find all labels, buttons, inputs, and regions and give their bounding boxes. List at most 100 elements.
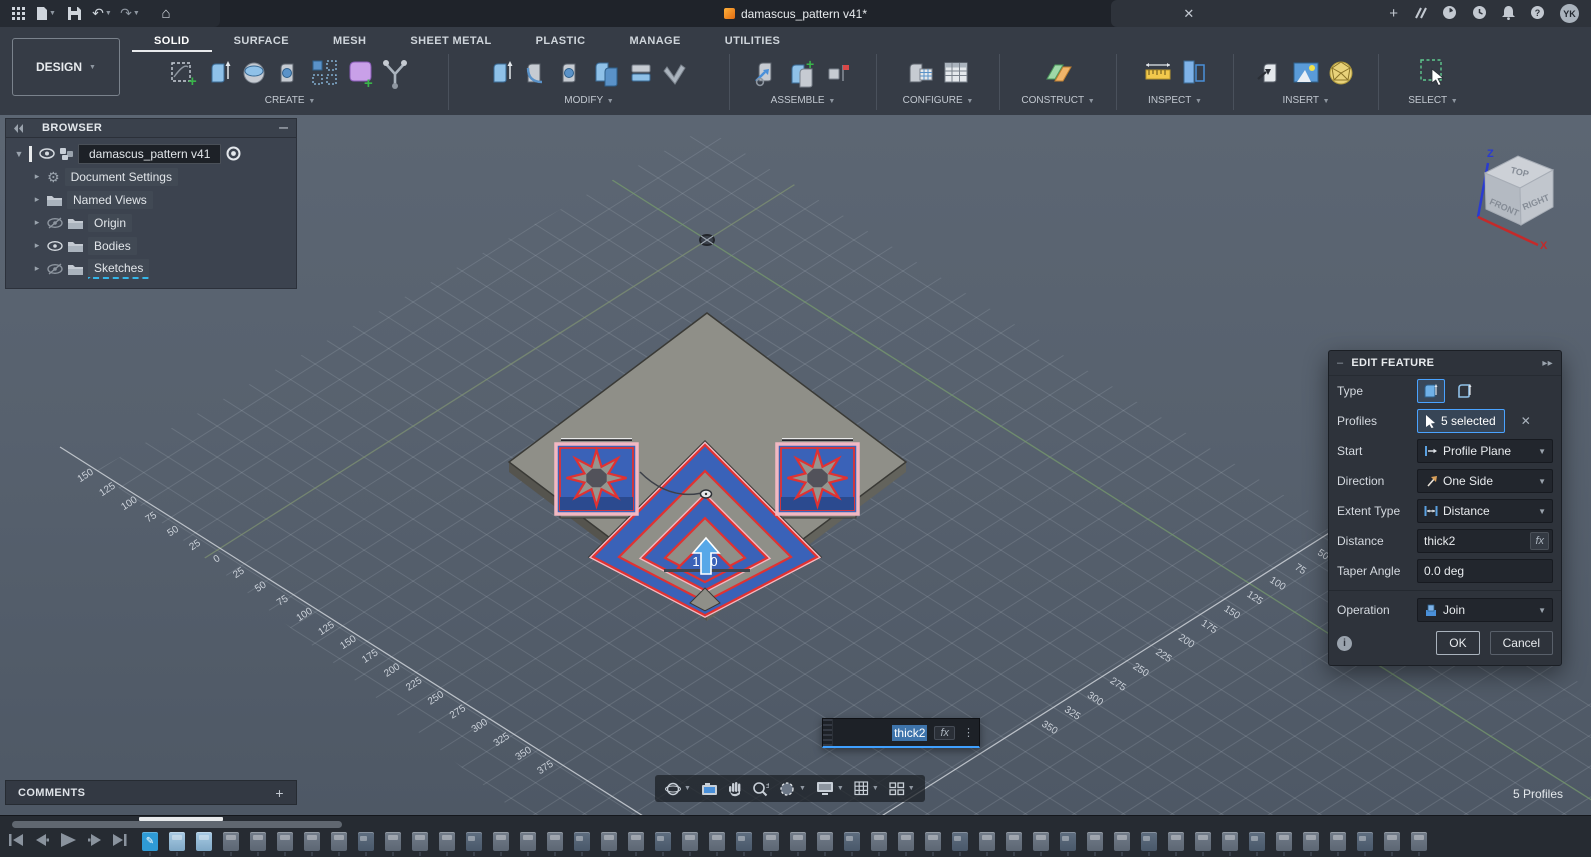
activate-component-radio[interactable] bbox=[226, 146, 241, 161]
browser-item-label[interactable]: Origin bbox=[88, 213, 133, 232]
tab-sheet-metal[interactable]: SHEET METAL bbox=[388, 30, 513, 52]
form-button[interactable]: + bbox=[344, 56, 376, 90]
cancel-button[interactable]: Cancel bbox=[1489, 631, 1553, 655]
timeline-feature-extrude[interactable] bbox=[250, 832, 266, 856]
insert-canvas-button[interactable] bbox=[1290, 56, 1322, 90]
timeline-feature-extrude[interactable] bbox=[1276, 832, 1292, 856]
go-to-end-button[interactable] bbox=[110, 830, 130, 850]
timeline-feature-extrude[interactable] bbox=[817, 832, 833, 856]
avatar[interactable]: YK bbox=[1560, 4, 1579, 23]
timeline-feature-boolean[interactable] bbox=[466, 832, 482, 856]
insert-mcmaster-button[interactable] bbox=[1325, 56, 1357, 90]
kebab-menu-icon[interactable]: ⋮ bbox=[958, 726, 979, 739]
browser-header[interactable]: BROWSER – bbox=[5, 118, 297, 138]
chevron-right-icon[interactable]: ▸ bbox=[32, 217, 42, 228]
timeline-feature-extrude[interactable] bbox=[169, 832, 185, 856]
eye-off-icon[interactable] bbox=[47, 262, 63, 275]
view-cube[interactable]: Z X TOP FRONT RIGHT bbox=[1440, 125, 1590, 250]
timeline-scrollbar[interactable] bbox=[12, 821, 342, 828]
timeline-feature-extrude[interactable] bbox=[385, 832, 401, 856]
tab-mesh[interactable]: MESH bbox=[311, 30, 388, 52]
timeline-feature-extrude[interactable] bbox=[601, 832, 617, 856]
timeline-feature-extrude[interactable] bbox=[1087, 832, 1103, 856]
chevron-right-icon[interactable]: ▸ bbox=[32, 171, 42, 182]
zoom-tool[interactable]: ± bbox=[748, 781, 773, 797]
undo-button[interactable]: ↶ ▼ bbox=[90, 4, 114, 24]
pattern-button[interactable] bbox=[309, 56, 341, 90]
home-button[interactable]: ⌂ bbox=[154, 4, 178, 24]
browser-item-label[interactable]: Bodies bbox=[88, 236, 137, 255]
configuration-button[interactable] bbox=[905, 56, 937, 90]
dimension-input[interactable]: thick2 fx ⋮ bbox=[822, 718, 980, 748]
timeline-feature-extrude[interactable] bbox=[1006, 832, 1022, 856]
minimize-panel-icon[interactable]: – bbox=[279, 119, 288, 137]
timeline-feature-extrude[interactable] bbox=[547, 832, 563, 856]
press-pull-button[interactable] bbox=[486, 56, 518, 90]
timeline-feature-boolean[interactable] bbox=[844, 832, 860, 856]
revolve-button[interactable] bbox=[239, 56, 271, 90]
ok-button[interactable]: OK bbox=[1436, 631, 1480, 655]
comments-bar[interactable]: COMMENTS + bbox=[5, 780, 297, 805]
minimize-dialog-icon[interactable]: – bbox=[1337, 357, 1343, 369]
timeline-feature-extrude[interactable] bbox=[493, 832, 509, 856]
play-button[interactable] bbox=[58, 830, 78, 850]
joint-button[interactable]: + bbox=[787, 56, 819, 90]
group-label[interactable]: ASSEMBLE ▼ bbox=[771, 95, 836, 106]
split-body-button[interactable] bbox=[626, 56, 658, 90]
group-label[interactable]: MODIFY ▼ bbox=[564, 95, 613, 106]
tab-manage[interactable]: MANAGE bbox=[607, 30, 702, 52]
tab-solid[interactable]: SOLID bbox=[132, 30, 212, 52]
go-to-start-button[interactable] bbox=[6, 830, 26, 850]
timeline-feature-extrude[interactable] bbox=[709, 832, 725, 856]
group-label[interactable]: INSPECT ▼ bbox=[1148, 95, 1202, 106]
extrude-button[interactable] bbox=[204, 56, 236, 90]
tab-plastic[interactable]: PLASTIC bbox=[514, 30, 608, 52]
save-button[interactable] bbox=[62, 4, 86, 24]
chevron-right-icon[interactable]: ▸ bbox=[32, 263, 42, 274]
browser-item-label[interactable]: Document Settings bbox=[64, 167, 178, 186]
timeline-feature-extrude[interactable] bbox=[1114, 832, 1130, 856]
tab-surface[interactable]: SURFACE bbox=[212, 30, 311, 52]
timeline-feature-extrude[interactable] bbox=[628, 832, 644, 856]
timeline-feature-extrude[interactable] bbox=[979, 832, 995, 856]
group-label[interactable]: CONFIGURE ▼ bbox=[903, 95, 974, 106]
construct-plane-button[interactable] bbox=[1042, 56, 1074, 90]
timeline-feature-boolean[interactable] bbox=[736, 832, 752, 856]
timeline-feature-sketch[interactable]: ✎ bbox=[142, 832, 158, 856]
dialog-header[interactable]: – EDIT FEATURE ▸▸ bbox=[1329, 351, 1561, 376]
redo-button[interactable]: ↷ ▼ bbox=[118, 4, 142, 24]
timeline-feature-extrude[interactable] bbox=[1303, 832, 1319, 856]
timeline-feature-extrude[interactable] bbox=[763, 832, 779, 856]
timeline-feature-extrude[interactable] bbox=[223, 832, 239, 856]
type-thin-extrude-button[interactable] bbox=[1451, 379, 1479, 403]
timeline-feature-extrude[interactable] bbox=[304, 832, 320, 856]
select-button[interactable] bbox=[1417, 56, 1449, 90]
timeline-feature-extrude[interactable] bbox=[1195, 832, 1211, 856]
chevron-right-icon[interactable]: ▸ bbox=[32, 194, 42, 205]
timeline-feature-boolean[interactable] bbox=[358, 832, 374, 856]
timeline-feature-extrude[interactable] bbox=[1222, 832, 1238, 856]
group-label[interactable]: CREATE ▼ bbox=[265, 95, 316, 106]
type-extrude-button[interactable] bbox=[1417, 379, 1445, 403]
browser-item-label[interactable]: Sketches bbox=[88, 258, 150, 279]
timeline-feature-extrude[interactable] bbox=[1411, 832, 1427, 856]
pan-tool[interactable] bbox=[724, 781, 746, 797]
close-tab-icon[interactable]: ✕ bbox=[1183, 7, 1194, 20]
browser-item-origin[interactable]: ▸ Origin bbox=[6, 211, 296, 234]
expand-dialog-icon[interactable]: ▸▸ bbox=[1542, 358, 1553, 369]
timeline-feature-boolean[interactable] bbox=[952, 832, 968, 856]
group-label[interactable]: INSERT ▼ bbox=[1282, 95, 1329, 106]
section-analysis-button[interactable] bbox=[1177, 56, 1209, 90]
drag-handle[interactable] bbox=[823, 719, 833, 746]
browser-item-label[interactable]: Named Views bbox=[67, 190, 153, 209]
orbit-tool[interactable]: ▼ bbox=[661, 781, 695, 797]
combine-button[interactable] bbox=[591, 56, 623, 90]
job-status-icon[interactable] bbox=[1442, 5, 1457, 22]
timeline-feature-extrude[interactable] bbox=[331, 832, 347, 856]
timeline-feature-extrude[interactable] bbox=[412, 832, 428, 856]
eye-icon[interactable] bbox=[47, 240, 63, 252]
workspace-switcher[interactable]: DESIGN ▼ bbox=[12, 38, 120, 96]
display-settings-tool[interactable]: ▼ bbox=[812, 781, 848, 796]
direction-dropdown[interactable]: One Side ▼ bbox=[1417, 469, 1553, 493]
insert-derive-button[interactable] bbox=[1255, 56, 1287, 90]
